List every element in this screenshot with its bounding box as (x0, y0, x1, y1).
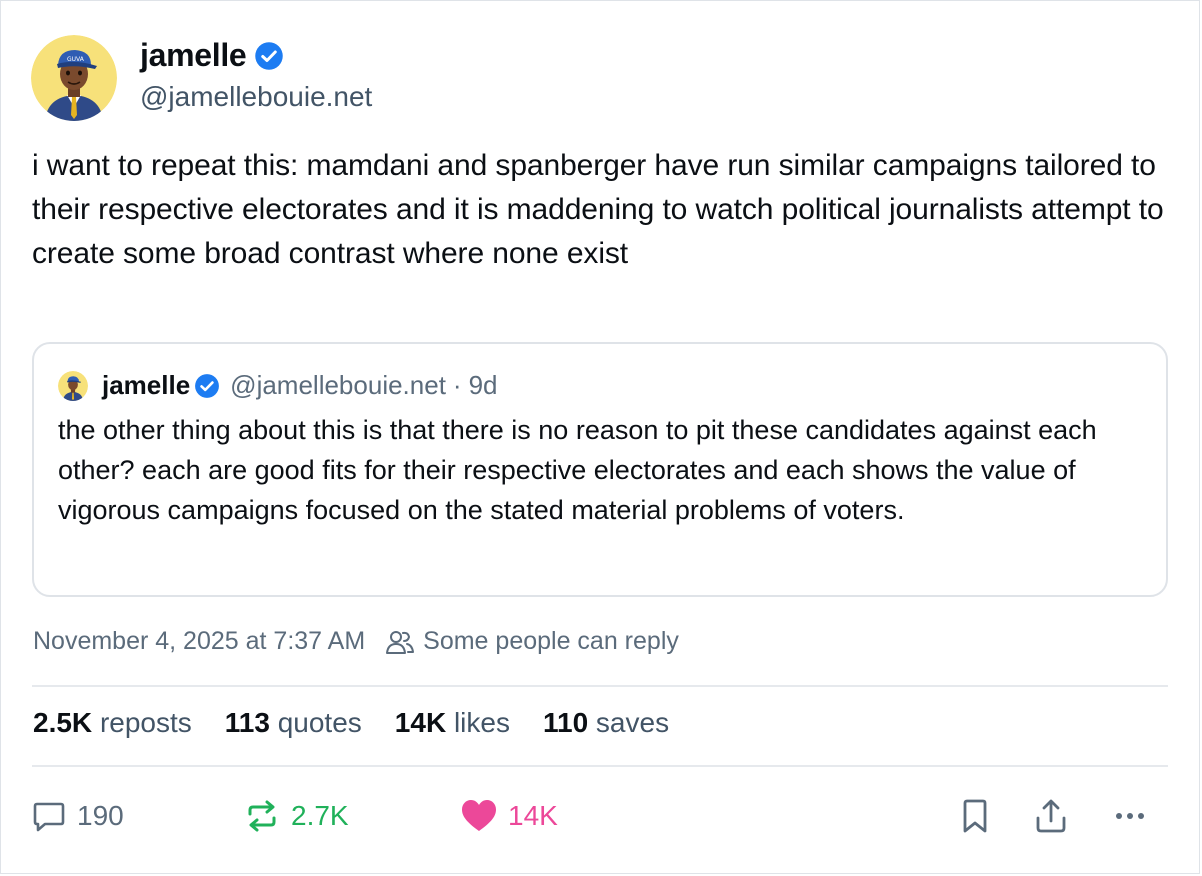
more-options-button[interactable] (1112, 791, 1148, 841)
like-count: 14K (508, 800, 558, 831)
quoted-post-header: jamelle @jamellebouie.net · 9d (102, 370, 498, 401)
reply-button[interactable]: 190 (31, 791, 124, 841)
saves-stat[interactable]: 110 saves (543, 707, 669, 739)
bookmark-icon (957, 798, 993, 834)
quoted-post-age[interactable]: 9d (469, 370, 498, 401)
author-avatar[interactable]: GUVA (31, 35, 117, 121)
reposts-count: 2.5K (33, 707, 93, 738)
verified-badge-icon (194, 373, 220, 399)
quotes-stat[interactable]: 113 quotes (225, 707, 362, 739)
author-handle[interactable]: @jamellebouie.net (140, 81, 372, 113)
repost-button[interactable]: 2.7K (243, 791, 349, 841)
quotes-count: 113 (224, 707, 270, 738)
quoted-author-handle[interactable]: @jamellebouie.net (230, 370, 446, 401)
post-card: GUVA jamelle @jamellebouie.net i want to… (0, 0, 1200, 874)
quoted-author-avatar[interactable] (58, 371, 88, 401)
repost-count: 2.7K (291, 800, 349, 831)
likes-stat[interactable]: 14K likes (395, 707, 510, 739)
share-button[interactable] (1033, 791, 1069, 841)
author-name[interactable]: jamelle (140, 37, 284, 74)
like-button[interactable]: 14K (460, 791, 558, 841)
post-timestamp: November 4, 2025 at 7:37 AM (33, 627, 366, 655)
people-icon (385, 628, 415, 656)
quoted-post[interactable]: jamelle @jamellebouie.net · 9d the other… (32, 342, 1168, 597)
quoted-post-text: the other thing about this is that there… (58, 415, 1097, 525)
heart-icon (460, 798, 498, 834)
quoted-author-name[interactable]: jamelle (102, 370, 190, 401)
repost-icon (243, 797, 281, 835)
verified-badge-icon (254, 41, 284, 71)
reply-setting[interactable]: Some people can reply (385, 627, 679, 656)
divider (32, 685, 1168, 687)
share-icon (1033, 798, 1069, 834)
separator-dot: · (452, 370, 462, 400)
reposts-stat[interactable]: 2.5K reposts (33, 707, 192, 739)
author-name-text[interactable]: jamelle (140, 37, 247, 74)
ellipsis-icon (1112, 798, 1148, 834)
quotes-label: quotes (277, 707, 362, 738)
reposts-label: reposts (99, 707, 192, 738)
saves-label: saves (595, 707, 670, 738)
divider (32, 765, 1168, 767)
svg-text:GUVA: GUVA (67, 56, 85, 63)
engagement-stats: 2.5K reposts 113 quotes 14K likes 110 sa… (33, 707, 669, 739)
reply-setting-label: Some people can reply (423, 627, 679, 655)
bookmark-button[interactable] (957, 791, 993, 841)
likes-count: 14K (394, 707, 447, 738)
reply-count: 190 (77, 800, 124, 831)
speech-bubble-icon (31, 798, 67, 834)
likes-label: likes (453, 707, 510, 738)
saves-count: 110 (542, 707, 589, 738)
post-meta: November 4, 2025 at 7:37 AM Some people … (33, 627, 679, 656)
post-text: i want to repeat this: mamdani and spanb… (32, 149, 1164, 270)
